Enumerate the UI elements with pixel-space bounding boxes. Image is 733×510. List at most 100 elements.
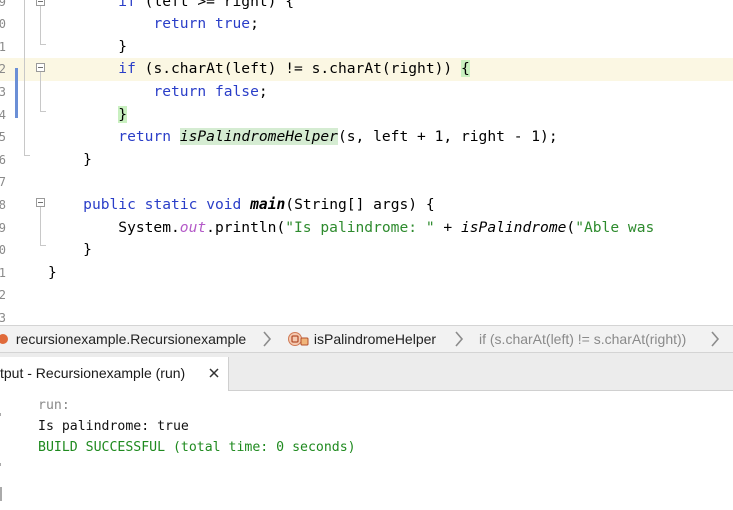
code-token: if — [118, 0, 136, 10]
code-line[interactable]: 1} — [0, 262, 733, 285]
code-line[interactable]: 8 public static void main(String[] args)… — [0, 194, 733, 217]
line-number: 5 — [0, 130, 6, 145]
code-token: false — [214, 82, 259, 100]
code-token: ; — [258, 82, 268, 100]
code-token: "Is palindrome: " — [285, 218, 435, 236]
code-text: return false; — [48, 81, 268, 104]
code-token: .println( — [206, 218, 286, 236]
gutter-marker — [0, 463, 1, 466]
output-tab-bar: tput - Recursionexample (run) — [0, 353, 733, 391]
code-text: public static void main(String[] args) { — [48, 194, 435, 217]
code-token: (left >= right) { — [135, 0, 295, 10]
code-token: "Able was — [575, 218, 655, 236]
fold-guide — [24, 0, 25, 155]
code-line[interactable]: 2 if (s.charAt(left) != s.charAt(right))… — [0, 58, 733, 81]
code-token: main — [250, 195, 286, 213]
line-number: 7 — [0, 175, 6, 190]
line-number: 1 — [0, 39, 6, 54]
line-number: 2 — [0, 288, 6, 303]
fold-guide — [40, 72, 41, 111]
tab-output-label: tput - Recursionexample (run) — [0, 365, 186, 381]
code-line[interactable]: 9 if (left >= right) { — [0, 0, 733, 13]
code-token: static — [144, 195, 198, 213]
code-token: void — [206, 195, 242, 213]
line-number: 4 — [0, 107, 6, 122]
line-number: 9 — [0, 220, 6, 235]
code-token: ; — [250, 15, 259, 33]
code-line[interactable]: 9 System.out.println("Is palindrome: " +… — [0, 217, 733, 240]
code-line[interactable]: 1 } — [0, 36, 733, 59]
tab-output[interactable]: tput - Recursionexample (run) — [0, 357, 229, 391]
code-line[interactable]: 2 — [0, 284, 733, 307]
code-line[interactable]: 6 } — [0, 149, 733, 172]
line-number: 2 — [0, 62, 6, 77]
class-icon — [0, 334, 8, 344]
line-number: 0 — [0, 17, 6, 32]
code-line[interactable]: 0 return true; — [0, 13, 733, 36]
code-token: ( — [566, 218, 576, 236]
fold-toggle-icon[interactable] — [36, 198, 45, 207]
code-text: return isPalindromeHelper(s, left + 1, r… — [48, 126, 558, 149]
gutter-marker — [0, 487, 2, 501]
fold-guide-end — [24, 155, 30, 156]
code-token: } — [48, 37, 128, 55]
fold-guide — [40, 6, 41, 44]
code-editor[interactable]: 9 if (left >= right) {0 return true; 1 } 2… — [0, 0, 733, 325]
code-text: } — [48, 239, 92, 262]
code-text: } — [48, 149, 92, 172]
chevron-right-icon — [711, 331, 720, 347]
code-token: } — [48, 241, 92, 259]
fold-toggle-icon[interactable] — [36, 63, 45, 72]
fold-gutter — [14, 0, 46, 325]
code-token: out — [179, 218, 207, 236]
line-number: 1 — [0, 265, 6, 280]
breadcrumb: recursionexample.Recursionexample isPali… — [0, 325, 733, 353]
chevron-right-icon — [263, 331, 272, 347]
method-icon — [288, 332, 309, 346]
breadcrumb-class[interactable]: recursionexample.Recursionexample — [0, 326, 246, 352]
code-text: } — [48, 36, 127, 59]
code-line[interactable]: 0 } — [0, 239, 733, 262]
code-token: (s.charAt(left) != s.charAt(right)) — [135, 60, 461, 78]
code-token: isPalindromeHelper — [179, 128, 338, 146]
breadcrumb-statement[interactable]: if (s.charAt(left) != s.charAt(right)) — [479, 326, 686, 352]
breadcrumb-method-label: isPalindromeHelper — [313, 331, 437, 347]
code-token: { — [460, 60, 470, 78]
code-token: } — [48, 263, 57, 281]
code-line[interactable]: 7 — [0, 171, 733, 194]
output-console[interactable]: run: Is palindrome: true BUILD SUCCESSFU… — [0, 391, 733, 510]
line-number: 3 — [0, 310, 6, 325]
line-number: 3 — [0, 84, 6, 99]
close-icon[interactable] — [207, 366, 221, 380]
output-build-line: BUILD SUCCESSFUL (total time: 0 seconds) — [38, 440, 356, 455]
breadcrumb-method[interactable]: isPalindromeHelper — [288, 326, 436, 352]
code-text: if (s.charAt(left) != s.charAt(right)) { — [48, 58, 470, 81]
gutter-marker — [0, 413, 1, 416]
code-token: isPalindrome — [460, 218, 567, 236]
code-line[interactable]: 3 return false; — [0, 81, 733, 104]
code-line[interactable]: 5 return isPalindromeHelper(s, left + 1,… — [0, 126, 733, 149]
code-line[interactable]: 4 } — [0, 104, 733, 127]
code-token: (String[] args) { — [285, 195, 435, 213]
chevron-right-icon — [455, 331, 464, 347]
breadcrumb-statement-label: if (s.charAt(left) != s.charAt(right)) — [479, 331, 687, 347]
output-gutter — [0, 391, 12, 510]
code-text: return true; — [48, 13, 259, 36]
code-token: } — [48, 150, 92, 168]
code-token: true — [214, 15, 251, 33]
change-marker[interactable] — [15, 68, 18, 118]
code-line[interactable]: 3 — [0, 307, 733, 325]
code-token: return — [153, 15, 207, 33]
line-number: 9 — [0, 0, 6, 9]
fold-guide-end — [40, 245, 46, 246]
code-token: System. — [48, 218, 180, 236]
